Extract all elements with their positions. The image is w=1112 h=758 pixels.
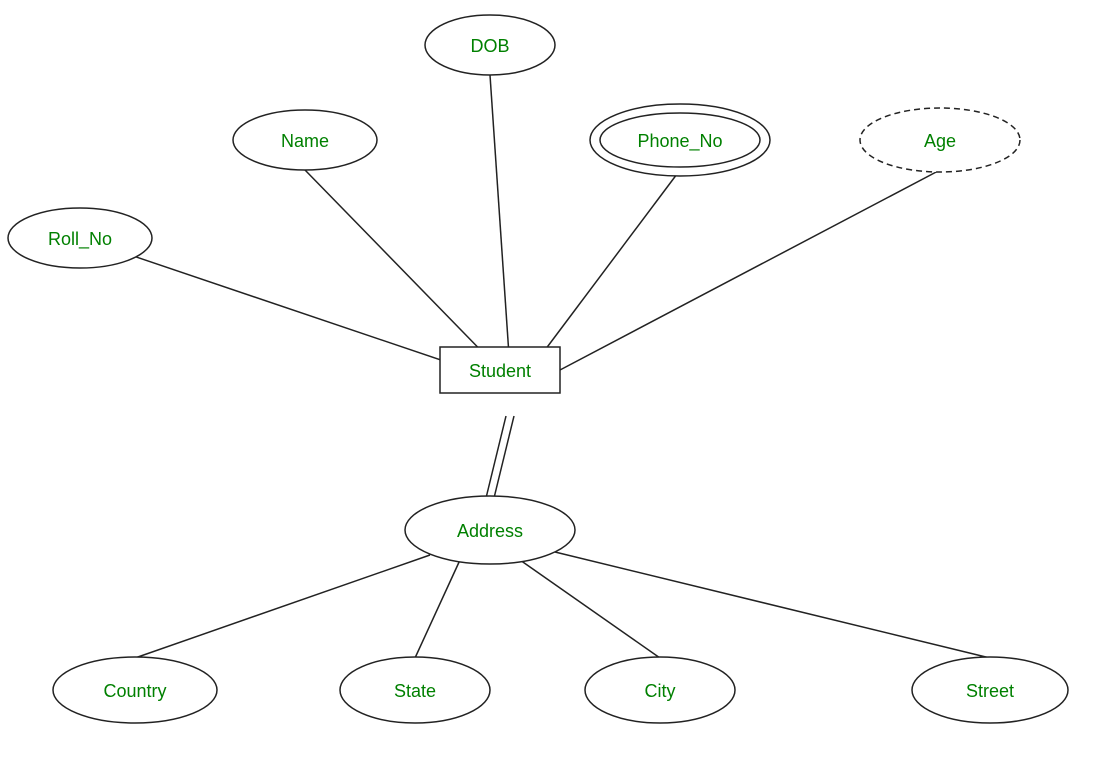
line-address-street	[555, 552, 990, 658]
country-label: Country	[103, 681, 166, 701]
age-label: Age	[924, 131, 956, 151]
line-address-city	[520, 560, 660, 658]
line-student-address-right	[494, 416, 514, 498]
street-label: Street	[966, 681, 1014, 701]
er-diagram: DOB Name Phone_No Age Roll_No Student Ad…	[0, 0, 1112, 753]
line-address-country	[135, 555, 430, 658]
line-student-phone	[530, 170, 680, 370]
line-student-rollno	[80, 238, 500, 380]
address-label: Address	[457, 521, 523, 541]
line-address-state	[415, 560, 460, 658]
line-student-name	[305, 170, 500, 370]
phone-label: Phone_No	[637, 131, 722, 152]
name-label: Name	[281, 131, 329, 151]
city-label: City	[645, 681, 676, 701]
rollno-label: Roll_No	[48, 229, 112, 250]
state-label: State	[394, 681, 436, 701]
line-student-dob	[490, 75, 510, 370]
line-student-address-left	[486, 416, 506, 498]
line-student-age	[560, 170, 940, 370]
student-label: Student	[469, 361, 531, 381]
dob-label: DOB	[470, 36, 509, 56]
